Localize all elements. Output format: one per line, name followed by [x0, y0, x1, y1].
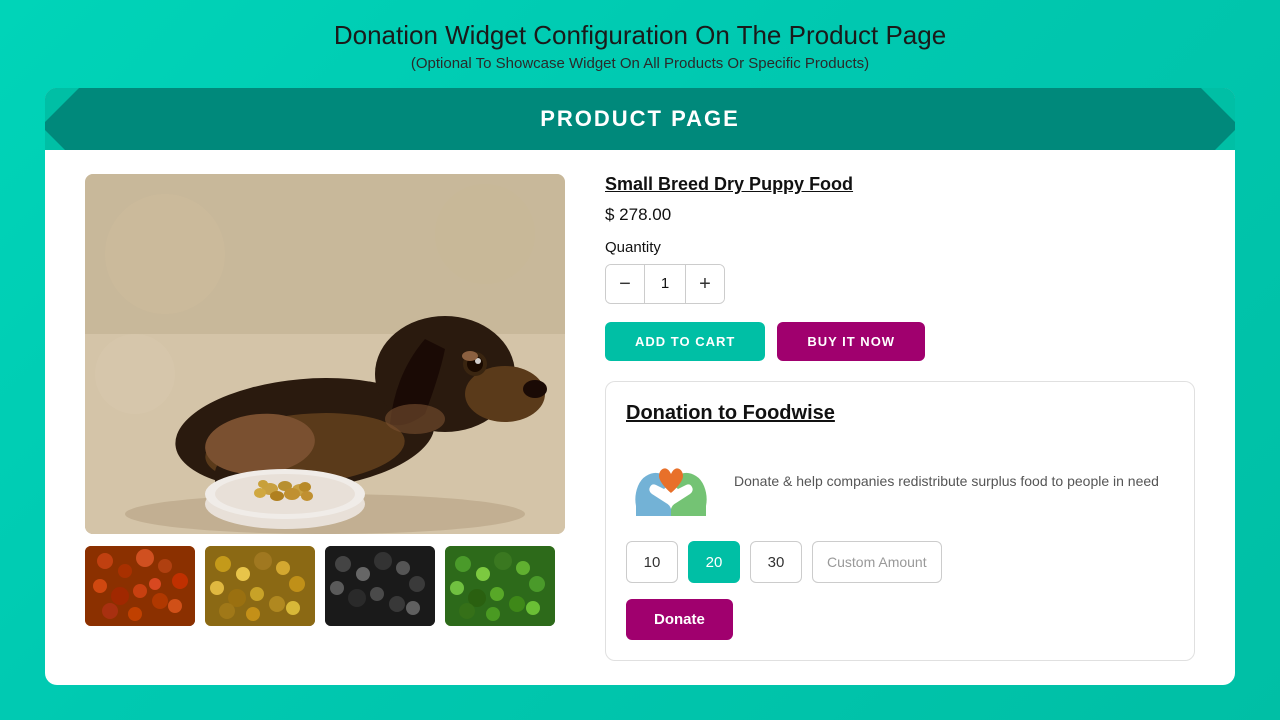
quantity-plus-button[interactable]: + — [686, 265, 724, 303]
donation-info: Donate & help companies redistribute sur… — [626, 441, 1174, 521]
quantity-control: − 1 + — [605, 264, 725, 304]
donation-title: Donation to Foodwise — [626, 402, 1174, 425]
amount-button-20[interactable]: 20 — [688, 541, 740, 583]
donation-description: Donate & help companies redistribute sur… — [734, 471, 1159, 492]
hands-heart-icon — [626, 441, 716, 521]
dog-image-svg — [85, 174, 565, 534]
quantity-value: 1 — [644, 265, 686, 303]
page-subtitle: (Optional To Showcase Widget On All Prod… — [334, 55, 946, 72]
quantity-minus-button[interactable]: − — [606, 265, 644, 303]
product-page-container: PRODUCT PAGE — [45, 88, 1235, 685]
action-buttons: ADD TO CART BUY IT NOW — [605, 322, 1195, 361]
thumbnail-4[interactable] — [445, 546, 555, 626]
product-layout: Small Breed Dry Puppy Food $ 278.00 Quan… — [45, 174, 1235, 661]
product-title: Small Breed Dry Puppy Food — [605, 174, 1195, 195]
donation-icon — [626, 441, 716, 521]
donation-amounts: 10 20 30 Custom Amount — [626, 541, 1174, 583]
buy-now-button[interactable]: BUY IT NOW — [777, 322, 925, 361]
product-price: $ 278.00 — [605, 205, 1195, 225]
donation-widget: Donation to Foodwise Donate & — [605, 381, 1195, 661]
page-title: Donation Widget Configuration On The Pro… — [334, 20, 946, 51]
thumbnail-3[interactable] — [325, 546, 435, 626]
thumbnail-2[interactable] — [205, 546, 315, 626]
quantity-label: Quantity — [605, 239, 1195, 256]
custom-amount-button[interactable]: Custom Amount — [812, 541, 942, 583]
amount-button-30[interactable]: 30 — [750, 541, 802, 583]
product-details: Small Breed Dry Puppy Food $ 278.00 Quan… — [605, 174, 1195, 661]
donate-button[interactable]: Donate — [626, 599, 733, 640]
thumbnail-1[interactable] — [85, 546, 195, 626]
amount-button-10[interactable]: 10 — [626, 541, 678, 583]
add-to-cart-button[interactable]: ADD TO CART — [605, 322, 765, 361]
banner-label: PRODUCT PAGE — [45, 106, 1235, 132]
thumbnail-strip — [85, 546, 565, 626]
product-images — [85, 174, 565, 661]
product-page-banner: PRODUCT PAGE — [45, 88, 1235, 150]
page-header: Donation Widget Configuration On The Pro… — [334, 0, 946, 88]
main-product-image — [85, 174, 565, 534]
